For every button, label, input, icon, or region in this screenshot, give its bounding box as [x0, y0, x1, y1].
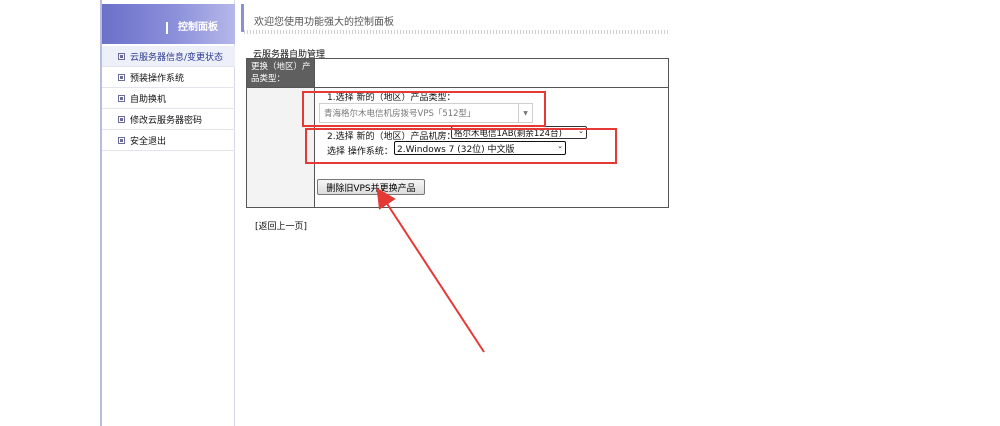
sidebar-item-label: 修改云服务器密码 [130, 115, 203, 126]
welcome-text: 欢迎您使用功能强大的控制面板 [254, 17, 394, 28]
bullet-icon [118, 136, 125, 144]
sidebar-item-server-info[interactable]: 云服务器信息/变更状态 [102, 46, 235, 67]
bullet-icon [118, 115, 125, 123]
bullet-icon [118, 52, 125, 60]
delete-and-change-button[interactable]: 删除旧VPS并更换产品 [317, 179, 425, 195]
sidebar-item-self-change[interactable]: 自助换机 [102, 88, 235, 109]
sidebar-item-logout[interactable]: 安全退出 [102, 130, 235, 151]
sidebar-item-label: 自助换机 [130, 94, 167, 105]
sidebar: 控制面板 云服务器信息/变更状态 预装操作系统 自助换机 修改云服务器密码 安全… [100, 0, 235, 426]
annotation-box-room-os [305, 128, 617, 164]
sidebar-header: 控制面板 [102, 4, 235, 44]
form-row-label: 更换（地区）产品类型： [247, 59, 314, 87]
sidebar-item-preinstall-os[interactable]: 预装操作系统 [102, 67, 235, 88]
sidebar-item-label: 云服务器信息/变更状态 [130, 52, 224, 63]
sidebar-item-label: 安全退出 [130, 136, 167, 147]
welcome-header: 欢迎您使用功能强大的控制面板 [241, 4, 669, 32]
header-divider [244, 30, 669, 34]
sidebar-item-label: 预装操作系统 [130, 73, 185, 84]
bullet-icon [118, 94, 125, 102]
annotation-box-product-type [302, 91, 546, 127]
sidebar-menu: 云服务器信息/变更状态 预装操作系统 自助换机 修改云服务器密码 安全退出 [102, 46, 235, 151]
sidebar-title: 控制面板 [166, 22, 218, 34]
sidebar-item-change-password[interactable]: 修改云服务器密码 [102, 109, 235, 130]
back-link[interactable]: [返回上一页] [255, 219, 307, 232]
bullet-icon [118, 73, 125, 81]
